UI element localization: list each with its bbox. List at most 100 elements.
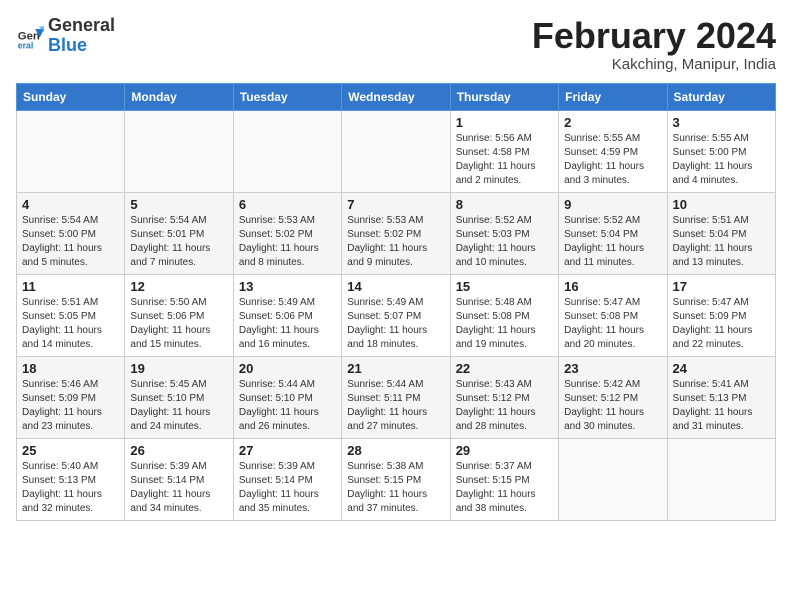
calendar-week-row: 25Sunrise: 5:40 AM Sunset: 5:13 PM Dayli…	[17, 438, 776, 520]
day-number: 1	[456, 115, 553, 130]
calendar-cell: 10 Sunrise: 5:51 AM Sunset: 5:04 PM Dayli…	[667, 192, 775, 274]
day-info: Sunrise: 5:50 AM Sunset: 5:06 PM Dayligh…	[130, 296, 227, 352]
day-number: 2	[564, 115, 661, 130]
calendar-cell: 28 Sunrise: 5:38 AM Sunset: 5:15 PM Dayli…	[342, 438, 450, 520]
weekday-header-row: SundayMondayTuesdayWednesdayThursdayFrid…	[17, 83, 776, 110]
day-info: Sunrise: 5:48 AM Sunset: 5:08 PM Dayligh…	[456, 296, 553, 352]
day-number: 12	[130, 279, 227, 294]
day-number: 22	[456, 361, 553, 376]
day-info: Sunrise: 5:52 AM Sunset: 5:03 PM Dayligh…	[456, 214, 553, 270]
weekday-header-saturday: Saturday	[667, 83, 775, 110]
day-number: 24	[673, 361, 770, 376]
day-info: Sunrise: 5:41 AM Sunset: 5:13 PM Dayligh…	[673, 378, 770, 434]
calendar: SundayMondayTuesdayWednesdayThursdayFrid…	[16, 83, 776, 521]
day-number: 19	[130, 361, 227, 376]
day-info: Sunrise: 5:51 AM Sunset: 5:05 PM Dayligh…	[22, 296, 119, 352]
day-number: 27	[239, 443, 336, 458]
day-info: Sunrise: 5:42 AM Sunset: 5:12 PM Dayligh…	[564, 378, 661, 434]
calendar-cell: 26 Sunrise: 5:39 AM Sunset: 5:14 PM Dayli…	[125, 438, 233, 520]
day-info: Sunrise: 5:49 AM Sunset: 5:07 PM Dayligh…	[347, 296, 444, 352]
day-info: Sunrise: 5:39 AM Sunset: 5:14 PM Dayligh…	[130, 460, 227, 516]
calendar-cell	[125, 110, 233, 192]
day-info: Sunrise: 5:53 AM Sunset: 5:02 PM Dayligh…	[239, 214, 336, 270]
day-info: Sunrise: 5:55 AM Sunset: 5:00 PM Dayligh…	[673, 132, 770, 188]
day-number: 4	[22, 197, 119, 212]
day-info: Sunrise: 5:46 AM Sunset: 5:09 PM Dayligh…	[22, 378, 119, 434]
day-info: Sunrise: 5:53 AM Sunset: 5:02 PM Dayligh…	[347, 214, 444, 270]
calendar-week-row: 4 Sunrise: 5:54 AM Sunset: 5:00 PM Daylig…	[17, 192, 776, 274]
day-info: Sunrise: 5:38 AM Sunset: 5:15 PM Dayligh…	[347, 460, 444, 516]
calendar-cell: 25Sunrise: 5:40 AM Sunset: 5:13 PM Dayli…	[17, 438, 125, 520]
day-info: Sunrise: 5:54 AM Sunset: 5:01 PM Dayligh…	[130, 214, 227, 270]
logo-text: General Blue	[48, 16, 115, 56]
day-info: Sunrise: 5:51 AM Sunset: 5:04 PM Dayligh…	[673, 214, 770, 270]
calendar-cell: 4 Sunrise: 5:54 AM Sunset: 5:00 PM Daylig…	[17, 192, 125, 274]
calendar-cell	[342, 110, 450, 192]
logo-blue: Blue	[48, 35, 87, 55]
calendar-week-row: 1 Sunrise: 5:56 AM Sunset: 4:58 PM Daylig…	[17, 110, 776, 192]
day-number: 15	[456, 279, 553, 294]
svg-text:eral: eral	[18, 40, 34, 50]
calendar-cell: 11 Sunrise: 5:51 AM Sunset: 5:05 PM Dayli…	[17, 274, 125, 356]
day-number: 18	[22, 361, 119, 376]
day-number: 9	[564, 197, 661, 212]
day-number: 7	[347, 197, 444, 212]
day-info: Sunrise: 5:45 AM Sunset: 5:10 PM Dayligh…	[130, 378, 227, 434]
calendar-cell: 12 Sunrise: 5:50 AM Sunset: 5:06 PM Dayli…	[125, 274, 233, 356]
weekday-header-thursday: Thursday	[450, 83, 558, 110]
calendar-cell: 9Sunrise: 5:52 AM Sunset: 5:04 PM Daylig…	[559, 192, 667, 274]
calendar-cell: 2 Sunrise: 5:55 AM Sunset: 4:59 PM Daylig…	[559, 110, 667, 192]
calendar-week-row: 18 Sunrise: 5:46 AM Sunset: 5:09 PM Dayli…	[17, 356, 776, 438]
calendar-cell: 14Sunrise: 5:49 AM Sunset: 5:07 PM Dayli…	[342, 274, 450, 356]
calendar-cell: 22Sunrise: 5:43 AM Sunset: 5:12 PM Dayli…	[450, 356, 558, 438]
calendar-cell: 24 Sunrise: 5:41 AM Sunset: 5:13 PM Dayli…	[667, 356, 775, 438]
day-info: Sunrise: 5:54 AM Sunset: 5:00 PM Dayligh…	[22, 214, 119, 270]
calendar-cell: 5Sunrise: 5:54 AM Sunset: 5:01 PM Daylig…	[125, 192, 233, 274]
calendar-cell: 13 Sunrise: 5:49 AM Sunset: 5:06 PM Dayli…	[233, 274, 341, 356]
weekday-header-friday: Friday	[559, 83, 667, 110]
day-number: 16	[564, 279, 661, 294]
day-info: Sunrise: 5:37 AM Sunset: 5:15 PM Dayligh…	[456, 460, 553, 516]
calendar-cell: 21Sunrise: 5:44 AM Sunset: 5:11 PM Dayli…	[342, 356, 450, 438]
day-number: 23	[564, 361, 661, 376]
logo: Gen eral General Blue	[16, 16, 115, 56]
day-number: 20	[239, 361, 336, 376]
day-info: Sunrise: 5:56 AM Sunset: 4:58 PM Dayligh…	[456, 132, 553, 188]
month-title: February 2024	[532, 16, 776, 56]
calendar-cell: 7 Sunrise: 5:53 AM Sunset: 5:02 PM Daylig…	[342, 192, 450, 274]
calendar-cell: 8 Sunrise: 5:52 AM Sunset: 5:03 PM Daylig…	[450, 192, 558, 274]
logo-general: General	[48, 15, 115, 35]
location: Kakching, Manipur, India	[532, 56, 776, 73]
weekday-header-wednesday: Wednesday	[342, 83, 450, 110]
calendar-cell: 1 Sunrise: 5:56 AM Sunset: 4:58 PM Daylig…	[450, 110, 558, 192]
calendar-cell	[667, 438, 775, 520]
calendar-cell: 3 Sunrise: 5:55 AM Sunset: 5:00 PM Daylig…	[667, 110, 775, 192]
calendar-cell: 6 Sunrise: 5:53 AM Sunset: 5:02 PM Daylig…	[233, 192, 341, 274]
header: Gen eral General Blue February 2024 Kakc…	[16, 16, 776, 73]
day-number: 21	[347, 361, 444, 376]
calendar-cell	[559, 438, 667, 520]
calendar-cell: 20 Sunrise: 5:44 AM Sunset: 5:10 PM Dayli…	[233, 356, 341, 438]
day-number: 8	[456, 197, 553, 212]
calendar-cell: 19 Sunrise: 5:45 AM Sunset: 5:10 PM Dayli…	[125, 356, 233, 438]
day-number: 29	[456, 443, 553, 458]
day-number: 13	[239, 279, 336, 294]
day-info: Sunrise: 5:49 AM Sunset: 5:06 PM Dayligh…	[239, 296, 336, 352]
day-number: 11	[22, 279, 119, 294]
calendar-cell: 17Sunrise: 5:47 AM Sunset: 5:09 PM Dayli…	[667, 274, 775, 356]
day-number: 6	[239, 197, 336, 212]
day-number: 28	[347, 443, 444, 458]
day-number: 10	[673, 197, 770, 212]
calendar-week-row: 11 Sunrise: 5:51 AM Sunset: 5:05 PM Dayli…	[17, 274, 776, 356]
day-info: Sunrise: 5:44 AM Sunset: 5:10 PM Dayligh…	[239, 378, 336, 434]
weekday-header-monday: Monday	[125, 83, 233, 110]
day-number: 26	[130, 443, 227, 458]
calendar-cell	[233, 110, 341, 192]
day-number: 3	[673, 115, 770, 130]
logo-icon: Gen eral	[16, 22, 44, 50]
day-number: 25	[22, 443, 119, 458]
day-info: Sunrise: 5:55 AM Sunset: 4:59 PM Dayligh…	[564, 132, 661, 188]
calendar-cell: 23 Sunrise: 5:42 AM Sunset: 5:12 PM Dayli…	[559, 356, 667, 438]
calendar-cell: 15 Sunrise: 5:48 AM Sunset: 5:08 PM Dayli…	[450, 274, 558, 356]
day-info: Sunrise: 5:47 AM Sunset: 5:08 PM Dayligh…	[564, 296, 661, 352]
